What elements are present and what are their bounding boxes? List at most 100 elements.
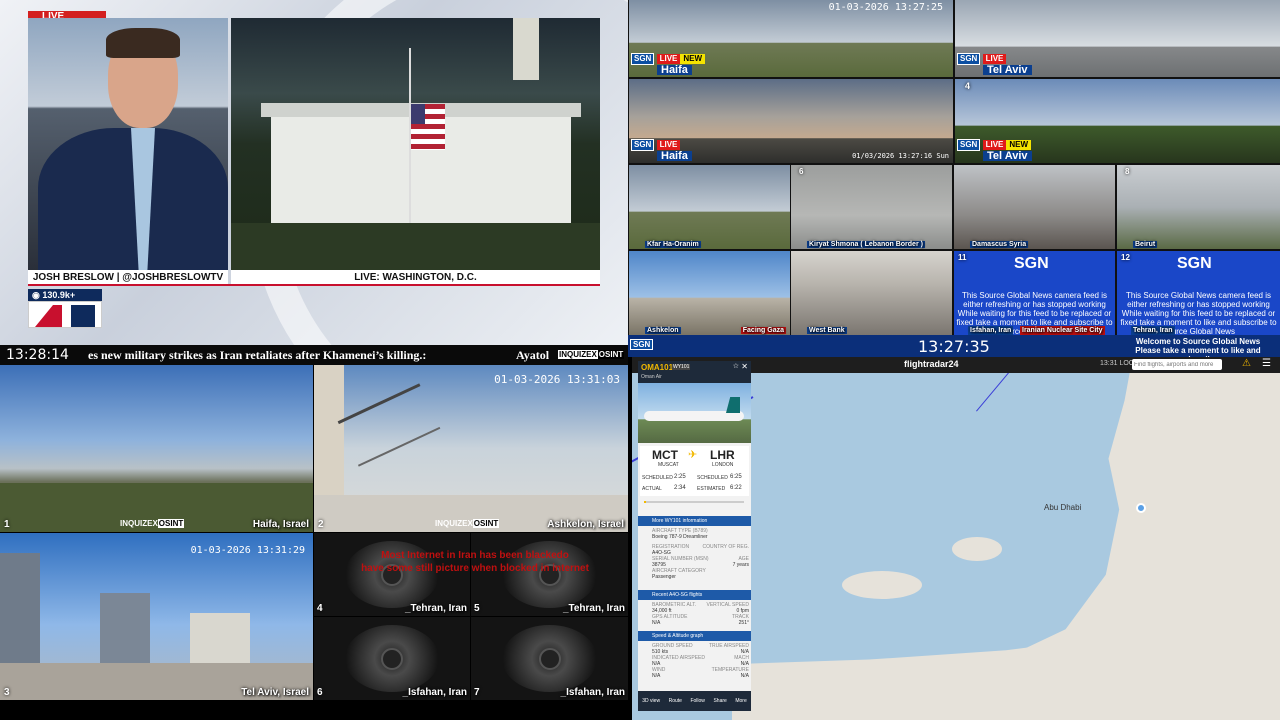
- live-tag: LIVE: [656, 140, 681, 150]
- viewer-count: ◉ 130.9k+: [28, 289, 102, 301]
- nav-more[interactable]: More: [735, 698, 746, 704]
- search-input[interactable]: [1132, 359, 1222, 370]
- aircraft-photo: [638, 383, 751, 443]
- country-label: COUNTRY OF REG.: [702, 544, 750, 550]
- feed-label: Tel Aviv, Israel: [241, 687, 309, 698]
- sched-arr-label: SCHEDULED: [697, 475, 728, 481]
- nav-follow[interactable]: Follow: [690, 698, 704, 704]
- facing-gaza-label: Facing Gaza: [740, 327, 786, 334]
- feed-number: 5: [474, 603, 480, 614]
- dest-city: LONDON: [712, 462, 734, 468]
- sgn-feed-damascus: Damascus Syria: [954, 165, 1115, 249]
- sgn-feed-kiryat: 6 Kiryat Shmona ( Lebanon Border ): [791, 165, 952, 249]
- category: Passenger: [652, 574, 676, 580]
- origin-city: MUSCAT: [658, 462, 679, 468]
- feed-label: West Bank: [807, 327, 847, 334]
- sgn-grid: 01-03-2026 13:27:25 SGN LIVE NEW Haifa SG…: [628, 0, 1280, 364]
- feed-caption: SGN LIVE Tel Aviv: [957, 53, 1032, 76]
- actual-dep: 2:34: [674, 485, 686, 491]
- nav-route[interactable]: Route: [669, 698, 682, 704]
- feed-label: Kiryat Shmona ( Lebanon Border ): [807, 241, 925, 248]
- news-broadcast-panel: LIVE JOSH BRESLOW | @JOSHBRESLOWTV LIVE:…: [0, 0, 628, 345]
- viewer-count-value: 130.9k+: [42, 290, 76, 300]
- island: [842, 571, 922, 599]
- aircraft-details: AIRCRAFT TYPE (B789) Boeing 787-9 Dreaml…: [652, 528, 749, 580]
- island: [952, 537, 1002, 561]
- feed-number: 6: [799, 167, 804, 176]
- close-icon[interactable]: ✕: [741, 362, 748, 371]
- route-box: MCT MUSCAT ✈ LHR LONDON SCHEDULED 2:25 A…: [640, 446, 749, 496]
- feed-timestamp: 01-03-2026 13:27:25: [828, 2, 943, 13]
- est-arr: 6:22: [730, 485, 742, 491]
- est-arr-label: ESTIMATED: [697, 486, 726, 492]
- sched-arr: 6:25: [730, 474, 742, 480]
- star-icon[interactable]: ☆: [733, 362, 739, 370]
- airport-pin-icon[interactable]: [1136, 503, 1146, 513]
- feed-caption: SGN LIVE NEW Tel Aviv: [957, 139, 1032, 162]
- feed-number: 2: [318, 519, 324, 530]
- fr24-logo[interactable]: flightradar24: [904, 359, 959, 369]
- flight-airline: Oman Air: [641, 374, 662, 380]
- sched-dep-label: SCHEDULED: [642, 475, 673, 481]
- flight-badge: WY101: [672, 364, 691, 370]
- warning-icon[interactable]: ⚠: [1242, 358, 1251, 369]
- monument: [513, 18, 539, 80]
- flight-header: OMA101 WY101 Oman Air ✕ ☆: [638, 361, 751, 383]
- plane-icon: ✈: [688, 449, 698, 461]
- feed-caption: SGN LIVE Haifa: [631, 139, 692, 162]
- feed-number: 11: [958, 253, 967, 262]
- ticker-bar: 13:28:14 es new military strikes as Iran…: [0, 345, 628, 365]
- nav-share[interactable]: Share: [713, 698, 726, 704]
- sgn-card-text-1: This Source Global News camera feed is e…: [1126, 291, 1271, 309]
- dark-ring: [381, 647, 403, 670]
- speed-graph-bar[interactable]: Speed & Altitude graph: [638, 631, 751, 641]
- eye-icon: ◉: [32, 290, 40, 300]
- blackout-notice-line-1: Most Internet in Iran has been blackedo: [381, 550, 569, 561]
- ticker-brand-osint: OSINT: [597, 350, 625, 359]
- sgn-logo: SGN: [957, 139, 981, 151]
- feed-number: 3: [4, 687, 10, 698]
- city-tag: Tel Aviv: [983, 151, 1032, 162]
- ticker-clock: 13:28:14: [6, 347, 69, 363]
- blackout-notice: Most Internet in Iran has been blackedo …: [330, 549, 620, 575]
- new-tag: NEW: [680, 54, 706, 64]
- flight-callsign: OMA101: [641, 363, 674, 372]
- live-tag: LIVE: [982, 140, 1007, 150]
- feed-timestamp: 01-03-2026 13:31:03: [494, 373, 620, 386]
- feed-number: 1: [4, 519, 10, 530]
- feed-label: Damascus Syria: [970, 241, 1029, 248]
- feed-number: 8: [1125, 167, 1130, 176]
- nuclear-site-label: Iranian Nuclear Site City: [1020, 326, 1105, 335]
- sgn-card-logo: SGN: [1177, 255, 1212, 272]
- feed-number: 4: [317, 603, 323, 614]
- sgn-feed-kfar: Kfar Ha-Oranim: [629, 165, 790, 249]
- feed-label: Isfahan, Iran: [968, 326, 1014, 335]
- new-tag: NEW: [1006, 140, 1032, 150]
- feed-number: 6: [317, 687, 323, 698]
- wind: N/A: [652, 673, 661, 679]
- inquizex-feed-1: 1 Haifa, Israel: [0, 365, 313, 532]
- feed-number: 12: [1121, 253, 1130, 262]
- feed-number: 4: [965, 81, 971, 91]
- feed-label: _Tehran, Iran: [404, 603, 467, 614]
- dark-ring: [538, 647, 561, 670]
- progress-track: [644, 501, 744, 503]
- sgn-feed-ashkelon: Ashkelon Facing Gaza: [629, 251, 790, 335]
- ticker-brand: INQUIZEX OSINT: [558, 350, 625, 359]
- sgn-feed-telaviv-2: 4 SGN LIVE NEW Tel Aviv: [955, 79, 1280, 163]
- temp: N/A: [740, 673, 749, 679]
- city-tag: Haifa: [657, 65, 692, 76]
- nav-3d-view[interactable]: 3D view: [642, 698, 660, 704]
- more-info-bar[interactable]: More WY101 information: [638, 516, 751, 526]
- anchor-hair: [106, 28, 180, 58]
- actual-dep-label: ACTUAL: [642, 486, 662, 492]
- inquizex-feed-7: 7 _Isfahan, Iran: [471, 617, 628, 700]
- menu-icon[interactable]: ☰: [1262, 358, 1271, 369]
- feed-timestamp: 01-03-2026 13:31:29: [190, 545, 305, 556]
- aircraft-tail: [726, 397, 740, 413]
- feed-label: Ashkelon: [645, 327, 681, 334]
- track: 251°: [738, 620, 749, 626]
- recent-flights-bar[interactable]: Recent A4O-SG flights: [638, 590, 751, 600]
- feed-label: Tehran, Iran: [1131, 326, 1175, 335]
- sgn-feed-haifa-2: 01/03/2026 13:27:16 Sun SGN LIVE Haifa: [629, 79, 953, 163]
